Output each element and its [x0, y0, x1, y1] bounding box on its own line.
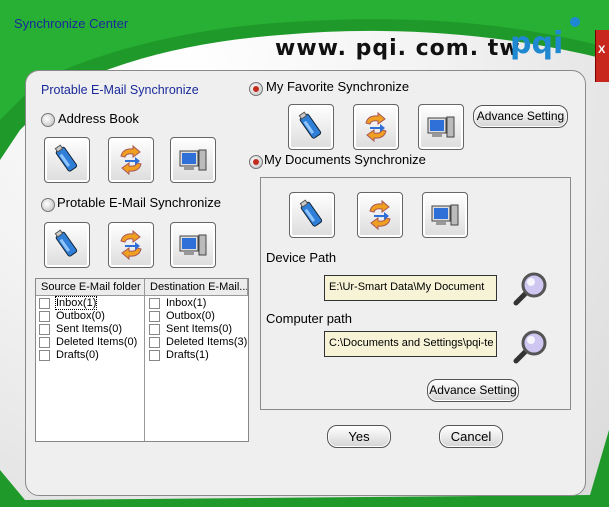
documents-sync-button[interactable]: [357, 192, 403, 238]
close-icon: X: [598, 44, 606, 56]
website-url: www. pqi. com. tw: [275, 36, 521, 61]
device-path-field[interactable]: E:\Ur-Smart Data\My Document: [324, 275, 497, 301]
destination-checkbox[interactable]: [149, 336, 160, 348]
source-folder-item[interactable]: Deleted Items(0): [36, 336, 137, 349]
address-usb-button[interactable]: [44, 137, 90, 183]
email-usb-button[interactable]: [44, 222, 90, 268]
destination-checkbox[interactable]: [149, 310, 160, 322]
address-book-radio[interactable]: [41, 113, 55, 127]
source-folder-item[interactable]: Sent Items(0): [36, 323, 137, 336]
source-checkbox[interactable]: [39, 323, 50, 335]
device-path-label: Device Path: [266, 250, 337, 265]
cancel-button[interactable]: Cancel: [439, 425, 503, 448]
computer-icon: [427, 116, 455, 138]
source-folder-item[interactable]: Drafts(0): [36, 349, 137, 362]
magnifier-icon[interactable]: [513, 270, 549, 306]
address-sync-button[interactable]: [108, 137, 154, 183]
usb-drive-icon: [54, 229, 78, 257]
documents-advance-setting-button[interactable]: Advance Setting: [427, 379, 519, 402]
destination-folder-item[interactable]: Drafts(1): [146, 349, 247, 362]
computer-icon: [431, 204, 459, 226]
destination-folder-item[interactable]: Sent Items(0): [146, 323, 247, 336]
email-sync-label[interactable]: Protable E-Mail Synchronize: [57, 195, 221, 210]
column-divider: [144, 279, 145, 441]
favorite-usb-button[interactable]: [288, 104, 334, 150]
computer-icon: [179, 234, 207, 256]
email-folder-grid: Source E-Mail folder Destination E-Mail.…: [35, 278, 249, 442]
destination-checkbox[interactable]: [149, 323, 160, 335]
source-checkbox[interactable]: [39, 349, 50, 361]
documents-sync-radio[interactable]: [249, 155, 263, 169]
sync-arrows-icon: [120, 144, 142, 176]
source-folder-item[interactable]: Outbox(0): [36, 310, 137, 323]
source-folder-list: Inbox(1) Outbox(0) Sent Items(0) Deleted…: [36, 296, 137, 362]
computer-icon: [179, 149, 207, 171]
source-folder-item[interactable]: Inbox(1): [36, 296, 137, 310]
favorite-sync-radio[interactable]: [249, 82, 263, 96]
destination-folder-header[interactable]: Destination E-Mail...: [145, 279, 248, 296]
pqi-logo: pqi: [510, 26, 564, 61]
magnifier-icon[interactable]: [513, 328, 549, 364]
destination-folder-item[interactable]: Outbox(0): [146, 310, 247, 323]
documents-usb-button[interactable]: [289, 192, 335, 238]
usb-drive-icon: [299, 199, 323, 227]
window-title: Synchronize Center: [14, 16, 129, 31]
usb-drive-icon: [298, 111, 322, 139]
favorite-sync-button[interactable]: [353, 104, 399, 150]
documents-sync-label[interactable]: My Documents Synchronize: [264, 152, 426, 167]
yes-button[interactable]: Yes: [327, 425, 391, 448]
documents-settings-box: Device Path E:\Ur-Smart Data\My Document…: [260, 177, 571, 410]
destination-checkbox[interactable]: [149, 297, 160, 309]
email-sync-radio[interactable]: [41, 198, 55, 212]
destination-folder-item[interactable]: Inbox(1): [146, 297, 247, 310]
favorite-sync-label[interactable]: My Favorite Synchronize: [266, 79, 409, 94]
computer-path-label: Computer path: [266, 311, 352, 326]
destination-folder-item[interactable]: Deleted Items(3): [146, 336, 247, 349]
destination-folder-list: Inbox(1) Outbox(0) Sent Items(0) Deleted…: [146, 297, 247, 362]
destination-checkbox[interactable]: [149, 349, 160, 361]
address-book-label[interactable]: Address Book: [58, 111, 139, 126]
address-computer-button[interactable]: [170, 137, 216, 183]
sync-arrows-icon: [120, 229, 142, 261]
email-section-heading: Protable E-Mail Synchronize: [41, 83, 199, 97]
documents-computer-button[interactable]: [422, 192, 468, 238]
source-checkbox[interactable]: [39, 310, 50, 322]
usb-drive-icon: [54, 144, 78, 172]
logo-dot-icon: [570, 17, 580, 27]
favorite-advance-setting-button[interactable]: Advance Setting: [473, 105, 568, 128]
favorite-computer-button[interactable]: [418, 104, 464, 150]
close-button[interactable]: X: [595, 30, 609, 82]
email-sync-arrows-button[interactable]: [108, 222, 154, 268]
email-computer-button[interactable]: [170, 222, 216, 268]
source-folder-header[interactable]: Source E-Mail folder: [36, 279, 145, 296]
sync-arrows-icon: [369, 199, 391, 231]
sync-arrows-icon: [365, 111, 387, 143]
source-checkbox[interactable]: [39, 297, 50, 309]
sync-center-window: Synchronize Center X www. pqi. com. tw p…: [0, 0, 609, 507]
source-checkbox[interactable]: [39, 336, 50, 348]
computer-path-field[interactable]: C:\Documents and Settings\pqi-te: [324, 331, 497, 357]
